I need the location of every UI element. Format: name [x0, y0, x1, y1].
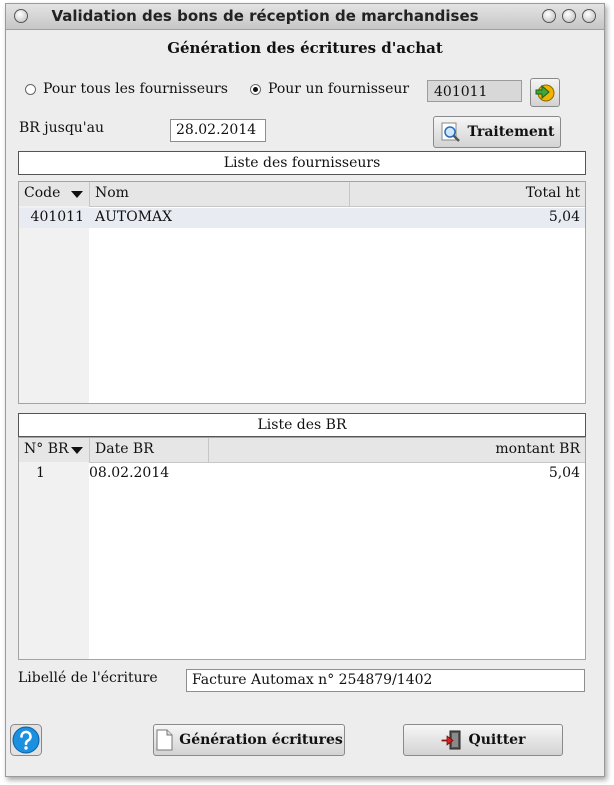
help-icon — [10, 724, 42, 756]
radio-button[interactable] — [25, 83, 36, 95]
cell-name: AUTOMAX — [95, 209, 173, 225]
generate-entries-button[interactable]: Génération écritures — [153, 724, 345, 756]
sort-down-icon[interactable] — [71, 191, 83, 198]
title-bar[interactable]: Validation des bons de réception de marc… — [6, 4, 604, 30]
suppliers-section-title: Liste des fournisseurs — [18, 151, 586, 175]
maximize-icon[interactable] — [562, 9, 576, 23]
magnifier-icon — [441, 122, 460, 142]
entry-label: Libellé de l'écriture — [18, 670, 158, 686]
radio-one-supplier[interactable]: Pour un fournisseur — [250, 81, 409, 97]
quit-button[interactable]: Quitter — [403, 724, 563, 756]
br-table-header: N° BR Date BR montant BR — [19, 438, 585, 463]
column-header-nom[interactable]: Nom — [90, 182, 350, 206]
process-button[interactable]: Traitement — [433, 116, 561, 148]
cell-code: 401011 — [30, 209, 84, 225]
radio-one-label: Pour un fournisseur — [268, 81, 410, 97]
number-column-shade — [19, 462, 89, 659]
suppliers-table-header: Code Nom Total ht — [19, 182, 585, 207]
window-menu-icon[interactable] — [14, 9, 28, 23]
quit-button-label: Quitter — [468, 732, 526, 748]
page-title: Génération des écritures d'achat — [167, 39, 443, 57]
cell-br-amount: 5,04 — [548, 465, 580, 481]
supplier-code-field[interactable]: 401011 — [427, 80, 522, 102]
column-header-amount-br[interactable]: montant BR — [209, 438, 585, 462]
help-button[interactable] — [10, 724, 42, 756]
column-header-total[interactable]: Total ht — [350, 182, 585, 206]
code-column-shade — [19, 206, 89, 403]
arrow-go-icon — [535, 84, 555, 102]
go-button[interactable] — [530, 78, 560, 107]
cell-total: 5,04 — [548, 209, 580, 225]
br-until-label: BR jusqu'au — [19, 120, 105, 136]
table-row[interactable]: 401011 AUTOMAX 5,04 — [19, 208, 585, 228]
radio-all-label: Pour tous les fournisseurs — [43, 81, 228, 97]
column-header-date-br[interactable]: Date BR — [90, 438, 209, 462]
main-window: Validation des bons de réception de marc… — [5, 3, 605, 777]
br-until-date-field[interactable]: 28.02.2014 — [170, 119, 266, 142]
exit-door-icon — [441, 730, 461, 750]
cell-br-date: 08.02.2014 — [89, 465, 170, 481]
document-icon — [156, 729, 173, 751]
process-button-label: Traitement — [467, 124, 555, 140]
cell-br-number: 1 — [36, 465, 45, 481]
column-header-br-number-label: N° BR — [24, 441, 69, 457]
close-icon[interactable] — [582, 9, 596, 23]
br-table[interactable]: N° BR Date BR montant BR 1 08.02.2014 5,… — [18, 437, 586, 660]
entry-text-field[interactable]: Facture Automax n° 254879/1402 — [186, 669, 585, 692]
window-title: Validation des bons de réception de marc… — [51, 7, 479, 25]
column-header-code-label: Code — [24, 185, 61, 201]
table-row[interactable]: 1 08.02.2014 5,04 — [19, 464, 585, 484]
minimize-icon[interactable] — [542, 9, 556, 23]
suppliers-table[interactable]: Code Nom Total ht 401011 AUTOMAX 5,04 — [18, 181, 586, 404]
radio-all-suppliers[interactable]: Pour tous les fournisseurs — [25, 81, 228, 97]
radio-button-selected[interactable] — [250, 83, 261, 95]
column-header-code[interactable]: Code — [19, 182, 90, 206]
sort-down-icon[interactable] — [71, 447, 83, 454]
column-header-br-number[interactable]: N° BR — [19, 438, 90, 462]
br-section-title: Liste des BR — [18, 413, 586, 437]
generate-entries-label: Génération écritures — [179, 732, 343, 748]
